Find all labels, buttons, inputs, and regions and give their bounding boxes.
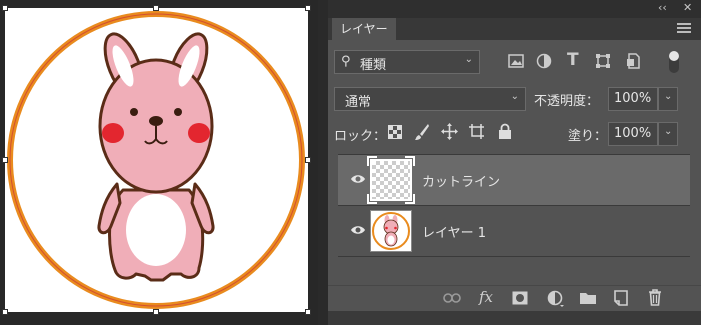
- filter-adjustment-icon[interactable]: [536, 53, 552, 69]
- panel-separator: [318, 0, 328, 325]
- opacity-value: 100%: [614, 91, 652, 106]
- selection-corner: [367, 156, 377, 166]
- new-layer-icon[interactable]: [614, 290, 628, 306]
- tab-layers[interactable]: レイヤー: [332, 18, 396, 40]
- transform-handle-bottom-left[interactable]: [2, 309, 8, 315]
- panel-menu-icon[interactable]: [677, 23, 691, 35]
- panel-titlebar: ‹‹ ✕: [328, 0, 701, 18]
- chevron-down-icon: ⌄: [510, 91, 519, 102]
- lock-artboard-icon[interactable]: [468, 123, 485, 140]
- layers-panel: ‹‹ ✕ レイヤー ⚲ 種類 ⌄ T 通常 ⌄ 不透明度： 100% ⌄ ロック…: [328, 0, 701, 325]
- visibility-eye-icon[interactable]: [350, 224, 366, 236]
- add-mask-icon[interactable]: [512, 291, 528, 305]
- fill-value: 100%: [614, 126, 652, 141]
- lock-move-icon[interactable]: [441, 123, 458, 140]
- lock-label: ロック：: [334, 129, 387, 144]
- search-icon: ⚲: [341, 54, 351, 69]
- filter-toggle[interactable]: [669, 51, 679, 73]
- canvas-area[interactable]: [0, 0, 318, 325]
- layer-row-cutline[interactable]: カットライン: [338, 155, 690, 205]
- fill-dropdown-button[interactable]: ⌄: [658, 122, 678, 146]
- opacity-dropdown-button[interactable]: ⌄: [658, 87, 678, 111]
- transform-handle-bottom-right[interactable]: [305, 309, 311, 315]
- filter-kind-select[interactable]: ⚲ 種類 ⌄: [334, 50, 480, 74]
- selection-corner: [405, 156, 415, 166]
- document-canvas[interactable]: [2, 5, 311, 315]
- transform-handle-left[interactable]: [2, 157, 8, 163]
- transform-handle-top-left[interactable]: [2, 5, 8, 11]
- chevron-down-icon: ⌄: [664, 126, 673, 137]
- chevron-down-icon: ⌄: [664, 91, 673, 102]
- lock-all-icon[interactable]: [498, 123, 512, 140]
- filter-type-icon[interactable]: T: [567, 50, 579, 70]
- layer-row-layer1[interactable]: レイヤー 1: [338, 206, 690, 256]
- transform-handle-top[interactable]: [153, 5, 159, 11]
- new-adjustment-icon[interactable]: [547, 290, 565, 308]
- layer-divider: [338, 256, 690, 257]
- selection-corner: [405, 194, 415, 204]
- panel-tabrow: レイヤー: [328, 18, 701, 40]
- close-icon[interactable]: ✕: [683, 1, 692, 14]
- chevron-down-icon: ⌄: [464, 54, 473, 65]
- filter-pixel-icon[interactable]: [508, 54, 524, 68]
- visibility-eye-icon[interactable]: [350, 173, 366, 185]
- lock-brush-icon[interactable]: [414, 123, 430, 141]
- filter-kind-label: 種類: [360, 58, 387, 73]
- artwork: [7, 11, 305, 309]
- transform-handle-right[interactable]: [305, 157, 311, 163]
- layer-name[interactable]: レイヤー 1: [422, 222, 486, 241]
- opacity-label: 不透明度：: [534, 94, 600, 109]
- blend-mode-select[interactable]: 通常 ⌄: [334, 87, 526, 111]
- transform-handle-bottom[interactable]: [153, 309, 159, 315]
- layer-thumbnail: [367, 156, 415, 204]
- fill-label: 塗り：: [568, 129, 608, 144]
- selection-corner: [367, 194, 377, 204]
- layers-bottom-toolbar: fx: [328, 285, 701, 312]
- folder-icon[interactable]: [579, 291, 597, 305]
- transform-handle-top-right[interactable]: [305, 5, 311, 11]
- blend-mode-label: 通常: [345, 95, 372, 110]
- trash-icon[interactable]: [648, 289, 662, 306]
- fx-icon[interactable]: fx: [479, 288, 493, 306]
- collapse-icon[interactable]: ‹‹: [658, 1, 667, 14]
- layer-name[interactable]: カットライン: [422, 171, 500, 190]
- panel-bottom-edge: [328, 311, 701, 325]
- link-layers-icon[interactable]: [443, 292, 461, 304]
- opacity-input[interactable]: 100%: [608, 87, 658, 111]
- filter-smartobject-icon[interactable]: [625, 53, 641, 69]
- filter-shape-icon[interactable]: [595, 53, 611, 69]
- layer-thumbnail: [370, 210, 412, 252]
- lock-transparent-icon[interactable]: [388, 125, 402, 139]
- fill-input[interactable]: 100%: [608, 122, 658, 146]
- layer-thumbnail-image: [372, 212, 410, 250]
